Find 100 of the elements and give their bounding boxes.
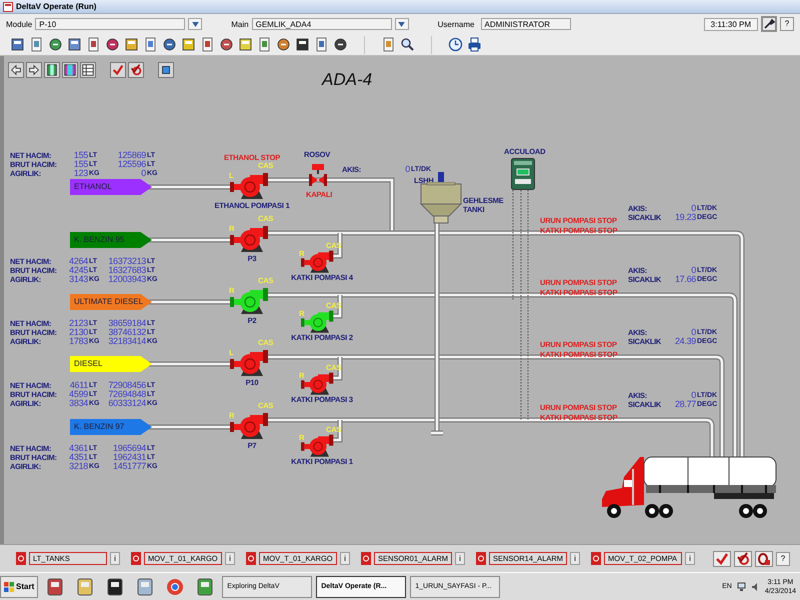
product-tag: ULTIMATE DIESEL xyxy=(70,294,152,310)
text-field[interactable]: ADMINISTRATOR xyxy=(480,18,570,30)
info-button[interactable]: i xyxy=(110,552,120,565)
alarm-icon[interactable] xyxy=(591,552,601,565)
temperature-value: 24.39 xyxy=(674,337,696,346)
clock-icon[interactable] xyxy=(448,37,463,52)
alarm-icon[interactable] xyxy=(476,552,486,565)
taskbar-icon[interactable] xyxy=(135,576,156,596)
info-button[interactable]: i xyxy=(340,552,350,565)
info-button[interactable]: i xyxy=(685,552,695,565)
toolbar-icon[interactable] xyxy=(295,37,310,52)
info-button[interactable]: i xyxy=(455,552,465,565)
expansion-tank-icon xyxy=(419,182,463,224)
reading-value: 38746132 xyxy=(107,328,146,337)
reading-value: 1962431 xyxy=(112,453,146,462)
product-tag: K. BENZIN 95 xyxy=(70,232,152,248)
reading-value: 125869 xyxy=(116,151,146,160)
reading-value: 3834 xyxy=(68,399,88,408)
toolbar-icon[interactable] xyxy=(276,37,291,52)
time-field: 3:11:30 PM xyxy=(704,18,758,30)
reading-value: 125596 xyxy=(116,160,146,169)
window-title: DeltaV Operate (Run) xyxy=(16,2,96,11)
toolbar-icon[interactable] xyxy=(67,37,82,52)
network-icon xyxy=(736,582,746,592)
reading-value: 3218 xyxy=(68,462,88,471)
toolbar-icon[interactable] xyxy=(105,37,120,52)
reading-value: 4264 xyxy=(68,257,88,266)
reading-value: 155 xyxy=(72,160,88,169)
toolbar-icon[interactable] xyxy=(238,37,253,52)
info-button[interactable]: i xyxy=(570,552,580,565)
reading-value: 1451777 xyxy=(112,462,146,471)
printer-icon[interactable] xyxy=(467,37,482,52)
reading-value: 123 xyxy=(72,169,88,178)
toolbar-icon[interactable] xyxy=(333,37,348,52)
caret-icon xyxy=(192,22,199,26)
taskbar-icon[interactable] xyxy=(45,576,66,596)
table-icon[interactable] xyxy=(80,62,96,78)
reading-value: 2130 xyxy=(68,328,88,337)
flow-value: 0 xyxy=(690,328,696,337)
flow-value: 0 xyxy=(690,266,696,275)
toolbar-icon[interactable] xyxy=(181,37,196,52)
reading-value: 4611 xyxy=(68,381,88,390)
display-title: ADA-4 xyxy=(322,70,372,90)
flow-meter-icon xyxy=(511,158,535,190)
dropdown-button[interactable] xyxy=(394,18,409,30)
reading-value: 2123 xyxy=(68,319,88,328)
taskbar-icon[interactable] xyxy=(105,576,126,596)
info-button[interactable]: i xyxy=(225,552,235,565)
flow-value: 0 xyxy=(404,165,410,174)
valve-icon[interactable] xyxy=(309,164,327,188)
help-button[interactable]: ? xyxy=(780,17,794,31)
temperature-value: 28.77 xyxy=(674,400,696,409)
panel-icon[interactable] xyxy=(44,62,60,78)
temperature-value: 19.23 xyxy=(674,213,696,222)
level-switch-icon xyxy=(438,172,444,183)
taskbar-icon[interactable] xyxy=(195,576,216,596)
product-tag: ETHANOL xyxy=(70,179,152,195)
taskbar-icon[interactable] xyxy=(75,576,96,596)
reading-value: 60333124 xyxy=(107,399,146,408)
reading-value: 3143 xyxy=(68,275,88,284)
search-icon[interactable] xyxy=(400,37,415,52)
forward-arrow-icon[interactable] xyxy=(26,62,42,78)
back-arrow-icon[interactable] xyxy=(8,62,24,78)
reading-value: 1965694 xyxy=(112,444,146,453)
dropdown-field[interactable]: GEMLIK_ADA4 xyxy=(252,18,392,30)
field-label: Module xyxy=(6,20,32,28)
start-button[interactable]: Start xyxy=(0,576,38,598)
reading-value: 1783 xyxy=(68,337,88,346)
alarm-icon[interactable] xyxy=(16,552,26,565)
product-tag: K. BENZIN 97 xyxy=(70,419,152,435)
help-button[interactable]: ? xyxy=(776,552,790,566)
checkmark-icon[interactable] xyxy=(110,62,126,78)
temperature-value: 17.66 xyxy=(674,275,696,284)
toolbar-icon[interactable] xyxy=(219,37,234,52)
toolbar-icon[interactable] xyxy=(48,37,63,52)
reading-value: 4361 xyxy=(68,444,88,453)
alarm-icon[interactable] xyxy=(131,552,141,565)
checkmark-icon[interactable] xyxy=(713,550,731,566)
flow-value: 0 xyxy=(690,391,696,400)
reading-value: 12003943 xyxy=(107,275,146,284)
field-label: Username xyxy=(438,20,474,28)
checkmark-icon[interactable] xyxy=(128,62,144,78)
reading-value: 4599 xyxy=(68,390,88,399)
reading-value: 16373213 xyxy=(107,257,146,266)
field-label: Main xyxy=(231,20,249,28)
alarm-icon[interactable] xyxy=(361,552,371,565)
caret-icon xyxy=(398,22,406,26)
checkmark-icon[interactable] xyxy=(734,550,752,566)
square-icon[interactable] xyxy=(158,62,174,78)
dropdown-button[interactable] xyxy=(188,18,202,30)
alarm-icon[interactable] xyxy=(246,552,256,565)
toolbar-icon[interactable] xyxy=(162,37,177,52)
reading-value: 38659184 xyxy=(107,319,146,328)
reading-value: 4245 xyxy=(68,266,88,275)
toolbar-icon[interactable] xyxy=(10,37,25,52)
toolbar-icon[interactable] xyxy=(124,37,139,52)
dropdown-field[interactable]: P-10 xyxy=(35,18,186,30)
start-icon xyxy=(4,582,14,592)
panel-icon[interactable] xyxy=(62,62,78,78)
reading-value: 4351 xyxy=(68,453,88,462)
